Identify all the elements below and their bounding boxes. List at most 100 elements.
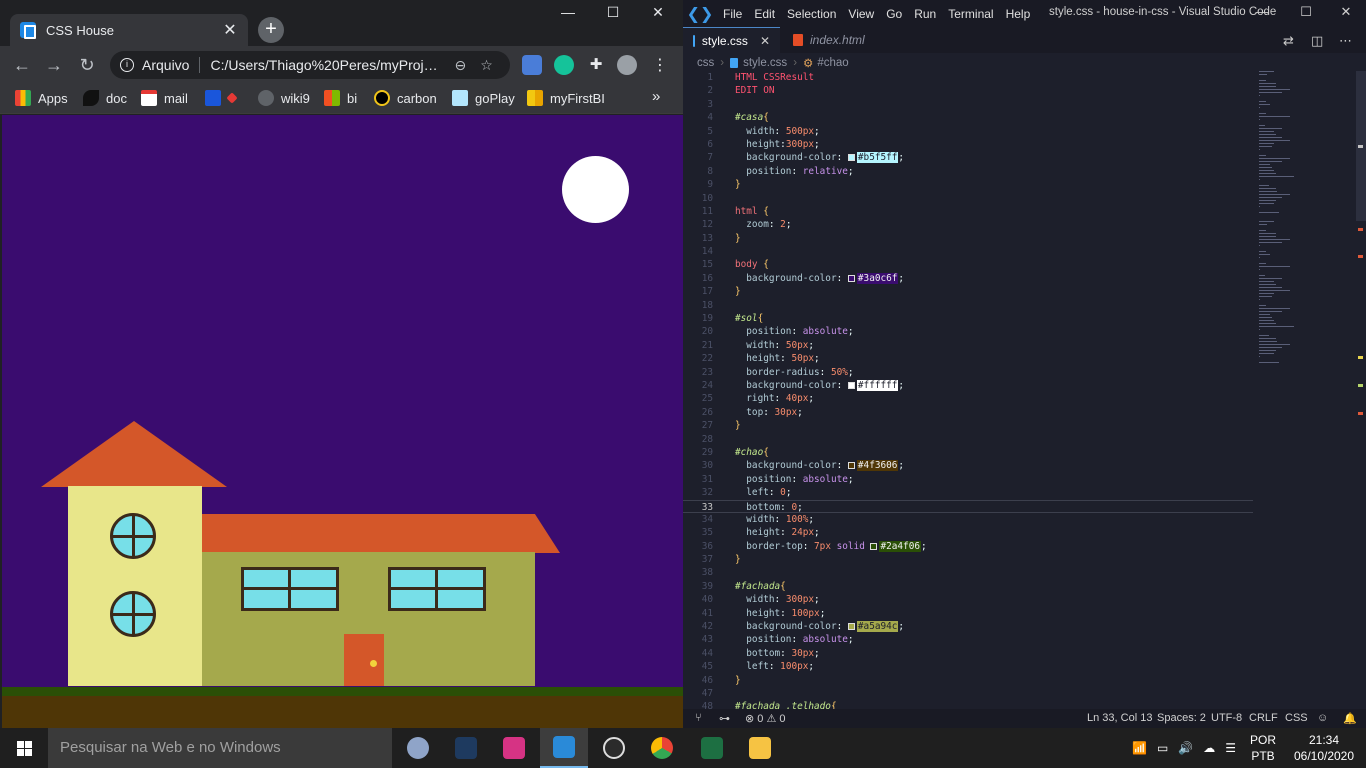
action-center-icon[interactable]: ☰ xyxy=(1225,741,1236,755)
tab-css-house[interactable]: CSS House ✕ xyxy=(10,14,248,46)
taskbar-app-insomnia[interactable] xyxy=(490,728,538,768)
code-line[interactable]: 28 xyxy=(683,433,1253,446)
code-line[interactable]: 42 background-color: #a5a94c; xyxy=(683,620,1253,633)
bookmark-carbon[interactable]: carbon xyxy=(374,90,437,106)
code-line[interactable]: 37} xyxy=(683,553,1253,566)
tab-index-html[interactable]: index.html xyxy=(783,27,883,53)
code-line[interactable]: 24 background-color: #ffffff; xyxy=(683,379,1253,392)
taskbar-app-explorer[interactable] xyxy=(736,728,784,768)
code-line[interactable]: 44 bottom: 30px; xyxy=(683,647,1253,660)
color-swatch[interactable] xyxy=(870,542,878,550)
menu-selection[interactable]: Selection xyxy=(781,7,842,21)
code-line[interactable]: 27} xyxy=(683,419,1253,432)
code-line[interactable]: 4 #casa{ xyxy=(683,111,1253,124)
battery-icon[interactable]: ▭ xyxy=(1157,741,1168,755)
indentation[interactable]: Spaces: 2 xyxy=(1157,712,1206,724)
taskbar-app-vscode[interactable] xyxy=(540,728,588,768)
new-tab-button[interactable]: + xyxy=(258,17,284,43)
code-line[interactable]: 40 width: 300px; xyxy=(683,593,1253,606)
code-line[interactable]: 1 HTML CSSResult xyxy=(683,71,1253,84)
code-line[interactable]: 35 height: 24px; xyxy=(683,526,1253,539)
code-line[interactable]: 32 left: 0; xyxy=(683,486,1253,499)
breadcrumb-file[interactable]: style.css xyxy=(743,57,787,69)
menu-go[interactable]: Go xyxy=(880,7,908,21)
minimap[interactable] xyxy=(1255,71,1355,709)
address-bar[interactable]: i Arquivo C:/Users/Thiago%20Peres/myProj… xyxy=(110,51,510,79)
code-line[interactable]: 38 xyxy=(683,566,1253,579)
encoding[interactable]: UTF-8 xyxy=(1211,712,1242,724)
bookmark-wiki9[interactable]: wiki9 xyxy=(258,90,310,106)
problems-indicator[interactable]: ⊗ 0 ⚠ 0 xyxy=(745,712,786,725)
minimize-button[interactable]: — xyxy=(545,4,591,20)
zoom-icon[interactable]: ⊖ xyxy=(454,57,466,74)
live-share-icon[interactable]: ⊶ xyxy=(719,712,730,725)
code-line[interactable]: 3 xyxy=(683,98,1253,111)
bookmark-doc[interactable]: doc xyxy=(83,90,127,106)
code-line[interactable]: 39 #fachada{ xyxy=(683,580,1253,593)
bookmark-apps[interactable]: Apps xyxy=(15,90,68,106)
vscode-minimize-button[interactable]: — xyxy=(1239,4,1285,19)
code-editor[interactable]: 1 HTML CSSResult 2 EDIT ON 3 4 #casa{5 width: … xyxy=(683,71,1253,709)
menu-help[interactable]: Help xyxy=(1000,7,1037,21)
code-line[interactable]: 33 bottom: 0; xyxy=(683,499,1253,513)
code-line[interactable]: 31 position: absolute; xyxy=(683,473,1253,486)
code-line[interactable]: 13} xyxy=(683,232,1253,245)
code-line[interactable]: 19 #sol{ xyxy=(683,312,1253,325)
code-line[interactable]: 26 top: 30px; xyxy=(683,406,1253,419)
code-line[interactable]: 34 width: 100%; xyxy=(683,513,1253,526)
split-editor-icon[interactable]: ◫ xyxy=(1311,33,1323,49)
taskbar-search[interactable]: Pesquisar na Web e no Windows xyxy=(48,728,392,768)
source-control-icon[interactable]: ⑂ xyxy=(695,712,702,724)
code-line[interactable]: 8 position: relative; xyxy=(683,165,1253,178)
color-swatch[interactable] xyxy=(847,623,855,631)
forward-icon[interactable]: → xyxy=(43,54,65,76)
more-actions-icon[interactable]: ⋯ xyxy=(1339,33,1352,49)
code-line[interactable]: 18 xyxy=(683,299,1253,312)
taskbar-app-excel[interactable] xyxy=(688,728,736,768)
tab-style-css[interactable]: style.css ✕ xyxy=(683,27,780,53)
code-line[interactable]: 17} xyxy=(683,285,1253,298)
menu-file[interactable]: File xyxy=(717,7,748,21)
close-tab-icon[interactable]: ✕ xyxy=(222,20,238,40)
code-line[interactable]: 41 height: 100px; xyxy=(683,607,1253,620)
taskbar-app-obs[interactable] xyxy=(590,728,638,768)
language-mode[interactable]: CSS xyxy=(1285,712,1308,724)
volume-icon[interactable]: 🔊 xyxy=(1178,741,1193,755)
code-line[interactable]: 7 background-color: #b5f5ff; xyxy=(683,151,1253,164)
code-line[interactable]: 15 body { xyxy=(683,258,1253,271)
code-line[interactable]: 21 width: 50px; xyxy=(683,339,1253,352)
code-line[interactable]: 48 #fachada .telhado{ xyxy=(683,700,1253,709)
menu-terminal[interactable]: Terminal xyxy=(942,7,999,21)
chrome-menu-icon[interactable]: ⋮ xyxy=(650,55,670,75)
extensions-puzzle-icon[interactable]: ✚ xyxy=(586,55,606,75)
close-tab-icon[interactable]: ✕ xyxy=(760,34,770,48)
code-line[interactable]: 46} xyxy=(683,674,1253,687)
onedrive-icon[interactable]: ☁ xyxy=(1203,741,1215,755)
code-line[interactable]: 11 html { xyxy=(683,205,1253,218)
menu-view[interactable]: View xyxy=(842,7,880,21)
start-button[interactable] xyxy=(0,728,48,768)
url-text[interactable]: C:/Users/Thiago%20Peres/myProje... xyxy=(210,57,440,73)
reload-icon[interactable]: ↻ xyxy=(76,54,98,76)
code-line[interactable]: 22 height: 50px; xyxy=(683,352,1253,365)
menu-edit[interactable]: Edit xyxy=(748,7,781,21)
code-line[interactable]: 47 xyxy=(683,687,1253,700)
notifications-bell-icon[interactable]: 🔔 xyxy=(1343,712,1357,725)
code-line[interactable]: 30 background-color: #4f3606; xyxy=(683,459,1253,472)
bookmark-bi[interactable]: bi xyxy=(324,90,357,106)
cursor-position[interactable]: Ln 33, Col 13 xyxy=(1087,712,1152,724)
code-line[interactable]: 36 border-top: 7px solid #2a4f06; xyxy=(683,540,1253,553)
code-line[interactable]: 16 background-color: #3a0c6f; xyxy=(683,272,1253,285)
maximize-button[interactable]: ☐ xyxy=(590,4,636,21)
color-swatch[interactable] xyxy=(847,274,855,282)
code-line[interactable]: 45 left: 100px; xyxy=(683,660,1253,673)
code-line[interactable]: 9} xyxy=(683,178,1253,191)
bookmark-unnamed[interactable] xyxy=(205,90,243,106)
taskbar-app-mysql[interactable] xyxy=(442,728,490,768)
clock[interactable]: 21:34 06/10/2020 xyxy=(1290,732,1358,764)
taskbar-app-paint[interactable] xyxy=(394,728,442,768)
color-swatch[interactable] xyxy=(847,381,855,389)
grammarly-extension-icon[interactable] xyxy=(554,55,574,75)
bookmark-myfirstbi[interactable]: myFirstBI xyxy=(527,90,605,106)
code-line[interactable]: 6 height:300px; xyxy=(683,138,1253,151)
